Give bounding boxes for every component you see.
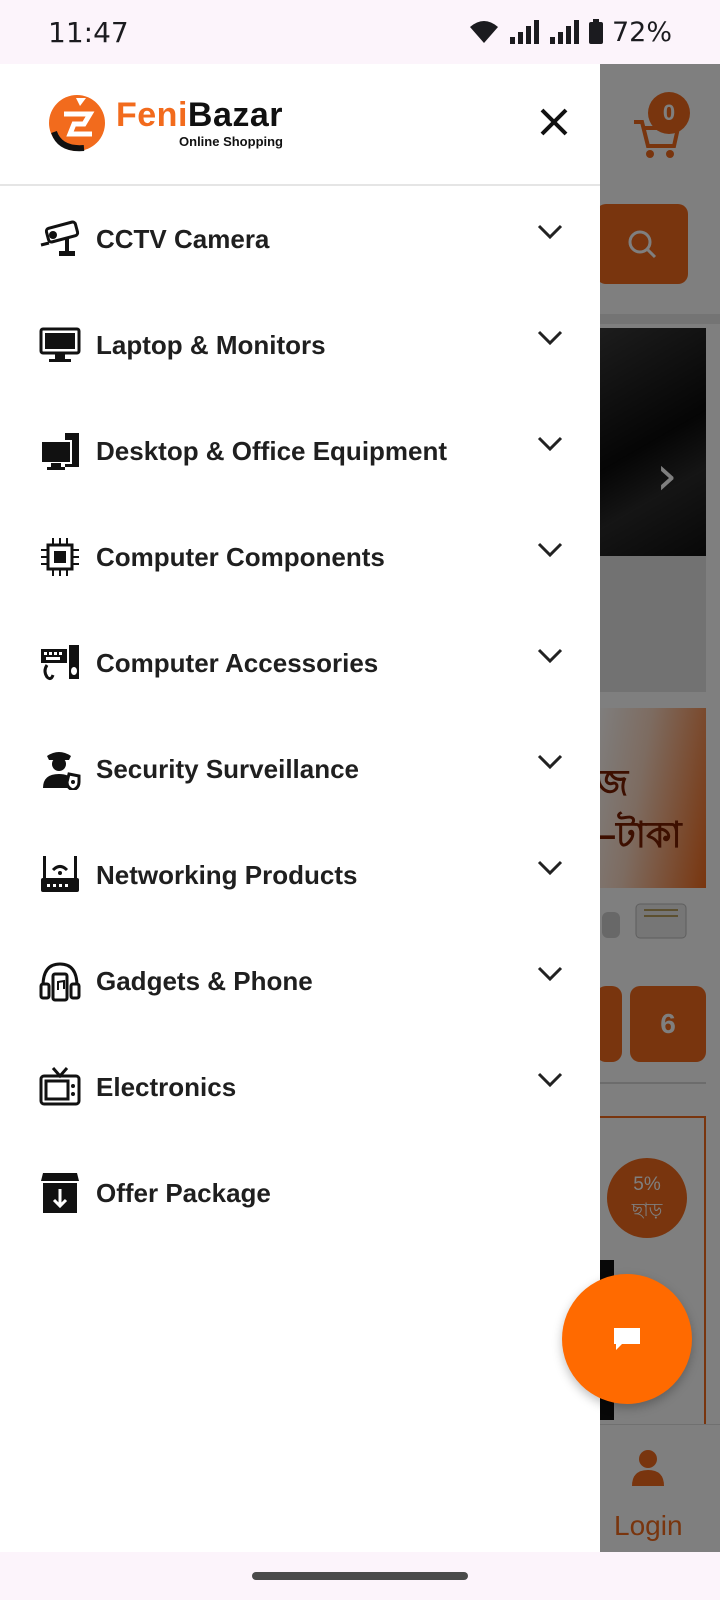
menu-item-computer-components[interactable]: Computer Components: [0, 504, 600, 610]
menu-item-label: Computer Components: [96, 541, 385, 572]
system-nav-bar: [0, 1552, 720, 1600]
menu-item-label: Desktop & Office Equipment: [96, 435, 448, 466]
monitor-icon: [38, 323, 82, 367]
menu-item-laptop-monitors[interactable]: Laptop & Monitors: [0, 292, 600, 398]
brand-logo[interactable]: FeniBazar Online Shopping: [46, 92, 283, 154]
tv-icon: [38, 1065, 82, 1109]
chevron-down-icon[interactable]: [536, 752, 564, 772]
signal-icon: [509, 20, 539, 44]
chat-button[interactable]: [562, 1274, 692, 1404]
desktop-icon: [38, 429, 82, 473]
chevron-down-icon[interactable]: [536, 434, 564, 454]
chevron-down-icon[interactable]: [536, 1070, 564, 1090]
menu-item-computer-accessories[interactable]: Computer Accessories: [0, 610, 600, 716]
wifi-icon: [469, 21, 498, 43]
brand-name-part1: Feni: [116, 96, 188, 134]
brand-name-part2: Bazar: [187, 96, 284, 134]
battery-icon: [588, 19, 603, 44]
menu-item-offer-package[interactable]: Offer Package: [0, 1140, 600, 1246]
chat-icon: [614, 1328, 640, 1350]
keyboard-mouse-icon: [38, 641, 82, 685]
brand-name: FeniBazar: [116, 98, 283, 132]
menu-item-label: Offer Package: [96, 1177, 271, 1208]
drawer-header: FeniBazar Online Shopping: [0, 64, 600, 186]
menu-item-label: Electronics: [96, 1071, 237, 1102]
menu-item-gadgets-phone[interactable]: Gadgets & Phone: [0, 928, 600, 1034]
menu-item-label: CCTV Camera: [96, 223, 270, 254]
home-indicator[interactable]: [252, 1572, 468, 1580]
chevron-down-icon[interactable]: [536, 858, 564, 878]
chevron-down-icon[interactable]: [536, 222, 564, 242]
status-time: 11:47: [48, 15, 129, 49]
security-guard-icon: [38, 747, 82, 791]
menu-item-networking-products[interactable]: Networking Products: [0, 822, 600, 928]
menu-item-label: Gadgets & Phone: [96, 965, 313, 996]
logo-mark-icon: [49, 95, 105, 152]
close-icon[interactable]: [536, 104, 572, 140]
cctv-camera-icon: [38, 217, 82, 261]
status-icons: 72%: [468, 17, 672, 48]
menu-item-label: Computer Accessories: [96, 647, 379, 678]
package-icon: [38, 1171, 82, 1215]
signal-icon-2: [549, 20, 579, 44]
menu-item-label: Laptop & Monitors: [96, 329, 326, 360]
cpu-chip-icon: [38, 535, 82, 579]
chevron-down-icon[interactable]: [536, 540, 564, 560]
chevron-down-icon[interactable]: [536, 646, 564, 666]
menu-item-electronics[interactable]: Electronics: [0, 1034, 600, 1140]
battery-percent: 72%: [611, 16, 672, 48]
status-bar: 11:47 72%: [0, 0, 720, 64]
menu-item-label: Security Surveillance: [96, 753, 360, 784]
chevron-down-icon[interactable]: [536, 964, 564, 984]
menu-item-security-surveillance[interactable]: Security Surveillance: [0, 716, 600, 822]
navigation-drawer: FeniBazar Online Shopping CCTV Camera La…: [0, 64, 600, 1552]
menu-item-cctv-camera[interactable]: CCTV Camera: [0, 186, 600, 292]
category-menu: CCTV Camera Laptop & Monitors Desktop & …: [0, 186, 600, 1246]
menu-item-desktop-office[interactable]: Desktop & Office Equipment: [0, 398, 600, 504]
chevron-down-icon[interactable]: [536, 328, 564, 348]
brand-tagline: Online Shopping: [179, 134, 284, 149]
router-icon: [38, 853, 82, 897]
headphones-phone-icon: [38, 959, 82, 1003]
menu-item-label: Networking Products: [96, 859, 358, 890]
